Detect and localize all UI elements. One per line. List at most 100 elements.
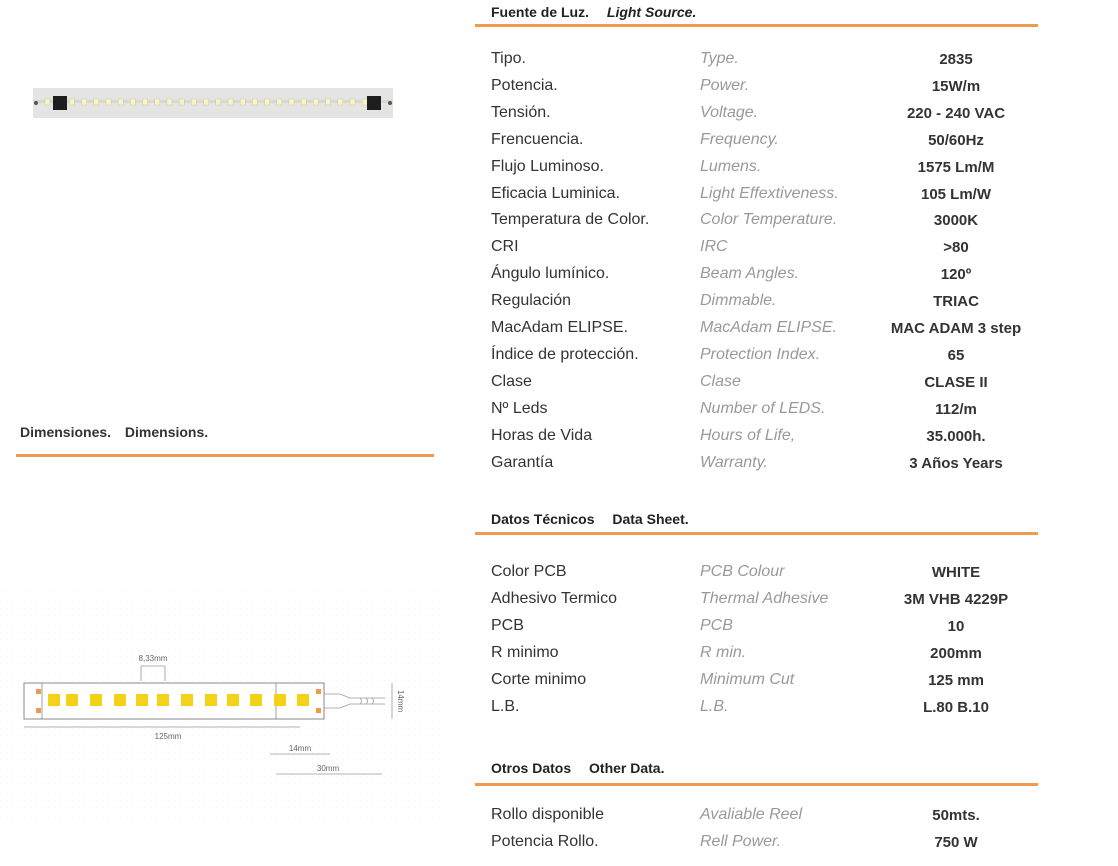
spec-value: WHITE xyxy=(931,564,981,581)
spec-label-en: Beam Angles. xyxy=(700,265,800,283)
data-sheet-title-en: Data Sheet. xyxy=(612,511,689,527)
spec-label-es: Garantía xyxy=(491,453,554,471)
spec-label-es: MacAdam ELIPSE. xyxy=(491,319,628,336)
spec-label-en: Warranty. xyxy=(700,453,768,471)
spec-label-en: R min. xyxy=(700,644,747,661)
bottom-label-14: 14mm xyxy=(289,744,312,753)
spec-value: 35.000h. xyxy=(926,427,986,445)
spec-label-es: Corte minimo xyxy=(491,671,587,688)
spec-row: L.B. L.B. L.80 B.10 xyxy=(491,697,1051,724)
spec-row: Regulación Dimmable. TRIAC xyxy=(491,291,1051,318)
led-chip xyxy=(191,98,197,106)
spec-label-es: Tensión. xyxy=(491,103,551,121)
spec-label-en: Color Temperature. xyxy=(700,211,838,229)
dimension-drawing: 8,33mm 14mm 125mm 14mm 30mm xyxy=(0,590,440,820)
spec-row: Adhesivo Termico Thermal Adhesive 3M VHB 4… xyxy=(491,589,1051,616)
spec-value: 65 xyxy=(947,346,965,364)
led-chip xyxy=(178,98,185,106)
spec-label-es: Rollo disponible xyxy=(491,806,604,823)
width-label: 14mm xyxy=(396,690,405,713)
spec-value: 112/m xyxy=(935,400,977,418)
spec-row: Flujo Luminoso. Lumens. 1575 Lm/M xyxy=(491,157,1051,184)
led-chip xyxy=(136,694,148,706)
led-chip xyxy=(276,98,283,106)
spec-label-es: Regulación xyxy=(491,292,572,310)
spec-value: 3 Años Years xyxy=(909,454,1003,472)
data-sheet-heading: Datos Técnicos Data Sheet. xyxy=(491,511,1038,527)
spec-label-en: Thermal Adhesive xyxy=(700,590,829,607)
spec-row: Clase Clase CLASE II xyxy=(491,372,1051,399)
spec-label-es: Potencia Rollo. xyxy=(491,833,599,850)
spec-label-es: PCB xyxy=(491,617,524,634)
led-chip xyxy=(227,694,239,706)
led-chip xyxy=(274,694,286,706)
spec-value: 2835 xyxy=(939,51,973,68)
led-chip xyxy=(288,98,295,106)
led-chip xyxy=(66,694,78,706)
data-sheet-title-es: Datos Técnicos xyxy=(491,511,595,527)
dimensions-title-en: Dimensions. xyxy=(124,424,209,440)
spec-row: Eficacia Luminica. Light Effextiveness. 10… xyxy=(491,184,1051,211)
spec-label-es: Adhesivo Termico xyxy=(491,590,617,607)
led-chip xyxy=(130,98,136,106)
led-chip xyxy=(114,694,126,706)
spec-row: Potencia Rollo. Rell Power. 750 W xyxy=(491,832,1051,859)
spec-label-en: PCB Colour xyxy=(700,563,785,580)
spec-row: Horas de Vida Hours of Life, 35.000h. xyxy=(491,426,1051,453)
spec-label-en: Hours of Life, xyxy=(700,426,796,444)
spec-row: Índice de protección. Protection Index. 65 xyxy=(491,345,1051,372)
led-chip xyxy=(239,98,246,106)
led-chip xyxy=(205,694,217,706)
spec-value: L.80 B.10 xyxy=(923,699,989,716)
spec-row: CRI IRC >80 xyxy=(491,237,1051,264)
led-chip xyxy=(297,694,309,706)
spec-label-en: Light Effextiveness. xyxy=(700,184,839,202)
spec-label-en: Dimmable. xyxy=(700,292,777,310)
other-data-heading: Otros Datos Other Data. xyxy=(491,760,1038,776)
spec-value: 105 Lm/W xyxy=(920,185,992,203)
led-chip xyxy=(301,98,307,106)
led-chip xyxy=(362,98,368,106)
spec-label-en: Number of LEDS. xyxy=(700,399,826,417)
spec-label-en: Type. xyxy=(700,50,739,67)
spec-value: 200mm xyxy=(930,645,982,662)
spec-row: Color PCB PCB Colour WHITE xyxy=(491,562,1051,589)
spec-label-es: Clase xyxy=(491,372,532,390)
led-chip xyxy=(44,98,51,106)
light-source-rule xyxy=(475,24,1038,27)
spec-value: 125 mm xyxy=(928,672,984,689)
spec-label-es: Flujo Luminoso. xyxy=(491,157,604,175)
led-strip-photo xyxy=(33,88,393,118)
led-chip xyxy=(215,98,222,106)
led-chip xyxy=(349,98,356,106)
spec-row: Temperatura de Color. Color Temperature. 3… xyxy=(491,210,1051,237)
led-chip xyxy=(337,98,343,106)
pitch-label: 8,33mm xyxy=(139,654,168,663)
spec-label-en: Rell Power. xyxy=(700,833,782,850)
spec-label-es: Temperatura de Color. xyxy=(491,211,650,229)
spec-value: 50mts. xyxy=(932,807,980,824)
dimensions-title-es: Dimensiones. xyxy=(20,424,112,440)
light-source-heading: Fuente de Luz. Light Source. xyxy=(491,4,1038,20)
spec-row: Potencia. Power. 15W/m xyxy=(491,76,1051,103)
spec-value: CLASE II xyxy=(924,373,988,391)
spec-label-en: MacAdam ELIPSE. xyxy=(700,319,837,336)
led-chip xyxy=(81,98,87,106)
led-chip xyxy=(250,694,262,706)
spec-label-en: Clase xyxy=(700,372,741,390)
spec-value: 3000K xyxy=(933,212,979,230)
spec-label-es: Frencuencia. xyxy=(491,130,584,148)
light-source-title-es: Fuente de Luz. xyxy=(491,4,589,20)
spec-value: 50/60Hz xyxy=(928,131,984,149)
other-data-rule xyxy=(475,783,1038,786)
spec-row: Nº Leds Number of LEDS. 112/m xyxy=(491,399,1051,426)
led-chip xyxy=(252,98,258,106)
spec-label-en: Frequency. xyxy=(700,130,779,148)
led-chip xyxy=(93,98,99,106)
light-source-title-en: Light Source. xyxy=(606,4,697,20)
spec-label-en: L.B. xyxy=(700,698,729,715)
spec-row: MacAdam ELIPSE. MacAdam ELIPSE. MAC ADAM 3… xyxy=(491,318,1051,345)
spec-label-es: Potencia. xyxy=(491,76,558,94)
spec-row: Ángulo lumínico. Beam Angles. 120º xyxy=(491,264,1051,291)
spec-label-es: Nº Leds xyxy=(491,399,548,417)
